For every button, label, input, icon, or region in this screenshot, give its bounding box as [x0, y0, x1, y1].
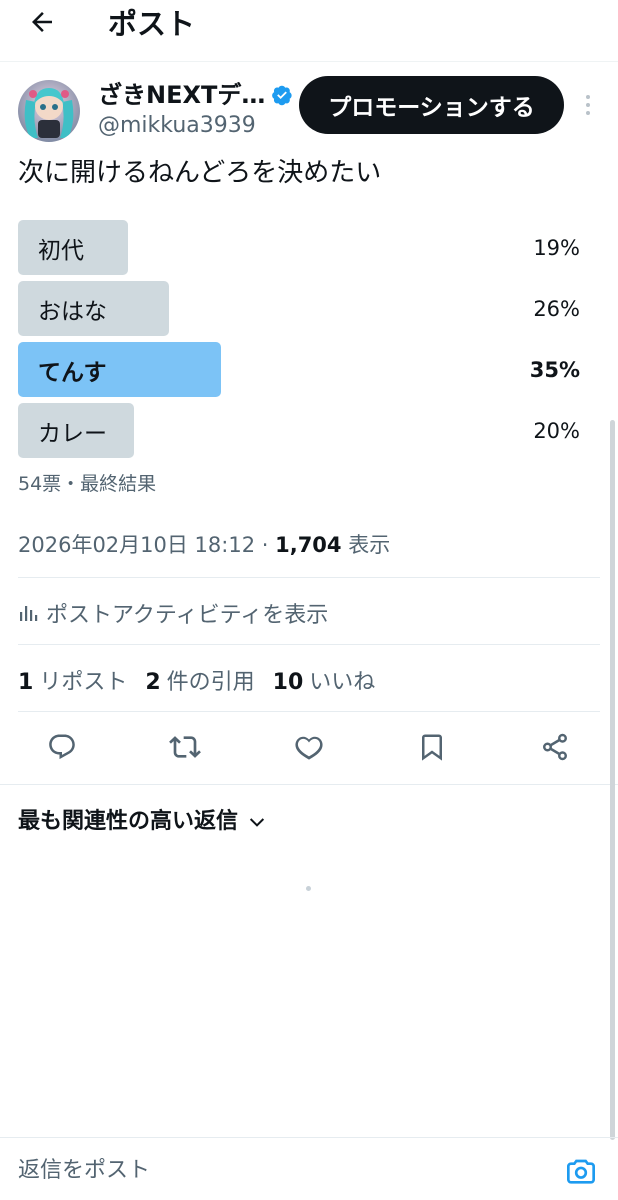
bookmark-icon — [417, 732, 447, 766]
analytics-icon — [18, 603, 38, 623]
chevron-down-icon — [248, 813, 266, 831]
reposts-label: リポスト — [39, 670, 128, 695]
repost-button[interactable] — [162, 726, 208, 772]
loading-indicator — [306, 886, 311, 891]
back-button[interactable] — [24, 6, 60, 42]
reply-composer: 返信をポスト — [0, 1137, 618, 1200]
likes-stat[interactable]: 10 いいね — [273, 664, 376, 696]
views-label: 表示 — [341, 533, 391, 557]
post-detail-screen: ポスト ざきNEXTデ… @mikkua3939 プロモーションする 次に開ける… — [0, 0, 618, 1200]
avatar[interactable] — [18, 80, 80, 142]
poll-option-percent: 19% — [533, 235, 580, 260]
promote-button[interactable]: プロモーションする — [299, 76, 564, 134]
divider — [18, 644, 600, 645]
poll-option-percent: 35% — [529, 357, 580, 382]
divider — [0, 784, 618, 785]
page-title: ポスト — [108, 7, 196, 41]
poll-option-label: てんす — [38, 359, 107, 386]
verified-badge-icon — [271, 84, 293, 106]
bookmark-button[interactable] — [409, 726, 455, 772]
heart-icon — [294, 732, 324, 766]
poll-summary: 54票・最終結果 — [18, 473, 157, 495]
reply-icon — [47, 732, 77, 766]
camera-button[interactable] — [564, 1156, 598, 1190]
poll-option: カレー 20% — [18, 403, 580, 458]
repost-icon — [169, 731, 201, 767]
replies-sort-dropdown[interactable]: 最も関連性の高い返信 — [18, 806, 266, 838]
reply-button[interactable] — [39, 726, 85, 772]
poll: 初代 19% おはな 26% てんす 35% カレー 20% — [18, 220, 580, 464]
poll-option-percent: 20% — [533, 418, 580, 443]
replies-sort-label: 最も関連性の高い返信 — [18, 809, 239, 834]
more-options-icon[interactable] — [578, 90, 598, 120]
divider — [18, 577, 600, 578]
post-text: 次に開けるねんどろを決めたい — [18, 158, 382, 188]
reposts-count: 1 — [18, 670, 34, 695]
views-count: 1,704 — [275, 533, 342, 557]
share-icon — [540, 732, 570, 766]
reply-input[interactable]: 返信をポスト — [18, 1156, 150, 1186]
poll-option: 初代 19% — [18, 220, 580, 275]
poll-option-percent: 26% — [533, 296, 580, 321]
poll-option: てんす 35% — [18, 342, 580, 397]
post-stats: 1 リポスト 2 件の引用 10 いいね — [18, 665, 393, 695]
likes-count: 10 — [272, 670, 304, 695]
camera-icon — [565, 1155, 597, 1191]
scrollbar[interactable] — [610, 420, 615, 1140]
share-button[interactable] — [532, 726, 578, 772]
reposts-stat[interactable]: 1 リポスト — [18, 664, 127, 696]
like-button[interactable] — [286, 726, 332, 772]
quotes-stat[interactable]: 2 件の引用 — [145, 664, 254, 696]
top-bar: ポスト — [0, 0, 618, 62]
post-activity-label: ポストアクティビティを表示 — [46, 603, 329, 628]
poll-option-label: カレー — [38, 420, 107, 447]
likes-label: いいね — [309, 670, 376, 695]
poll-option-label: 初代 — [38, 237, 84, 264]
quotes-label: 件の引用 — [166, 670, 255, 695]
poll-option-label: おはな — [38, 298, 107, 325]
post-datetime[interactable]: 2026年02月10日 18:12 · — [18, 533, 275, 557]
divider — [18, 711, 600, 712]
avatar-image — [18, 80, 80, 142]
quotes-count: 2 — [145, 670, 161, 695]
arrow-left-icon — [27, 7, 57, 41]
post-activity-link[interactable]: ポストアクティビティを表示 — [18, 598, 328, 628]
author-name[interactable]: ざきNEXTデ… — [98, 80, 293, 110]
post-timestamp: 2026年02月10日 18:12 · 1,704 表示 — [18, 530, 390, 560]
action-bar — [0, 726, 618, 772]
display-name: ざきNEXTデ… — [98, 81, 266, 109]
poll-option: おはな 26% — [18, 281, 580, 336]
author-handle[interactable]: @mikkua3939 — [98, 112, 256, 140]
